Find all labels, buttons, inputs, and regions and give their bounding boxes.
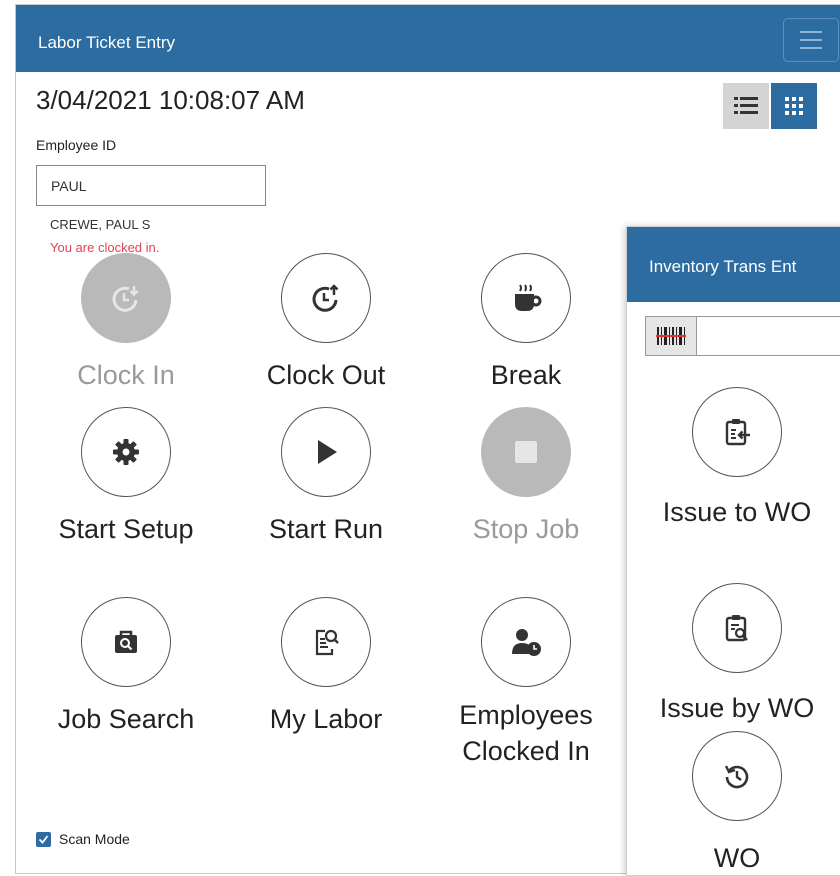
stop-job-button[interactable] <box>481 407 571 497</box>
user-clock-icon <box>512 629 541 656</box>
employee-id-input[interactable] <box>36 165 266 206</box>
grid-view-icon <box>785 97 803 115</box>
wo-action[interactable]: WO <box>637 731 837 874</box>
employee-id-label: Employee ID <box>36 137 117 153</box>
history-icon <box>724 765 749 789</box>
employees-clocked-in-action[interactable]: Employees Clocked In <box>436 597 616 769</box>
job-search-label: Job Search <box>57 704 195 734</box>
clipboard-search-icon <box>725 615 748 642</box>
window-title: Labor Ticket Entry <box>38 33 176 52</box>
grid-view-button[interactable] <box>771 83 817 129</box>
play-icon <box>318 440 337 464</box>
barcode-icon <box>656 327 686 345</box>
my-labor-label: My Labor <box>269 704 383 734</box>
inventory-titlebar: Inventory Trans Ent <box>627 227 840 302</box>
barcode-scan-button[interactable] <box>645 316 697 356</box>
clock-in-icon <box>112 286 139 312</box>
wo-label: WO <box>713 843 761 873</box>
clock-out-icon <box>312 284 339 312</box>
current-datetime: 3/04/2021 10:08:07 AM <box>36 85 305 115</box>
menu-button[interactable] <box>783 18 839 62</box>
labor-titlebar: Labor Ticket Entry <box>16 5 840 72</box>
clock-out-label: Clock Out <box>266 360 386 390</box>
start-run-action[interactable]: Start Run <box>236 407 416 547</box>
job-search-action[interactable]: Job Search <box>36 597 216 737</box>
issue-by-wo-action[interactable]: Issue by WO <box>637 583 837 724</box>
issue-by-wo-button[interactable] <box>692 583 782 673</box>
inventory-window-title: Inventory Trans Ent <box>649 257 797 276</box>
menu-icon <box>800 31 822 33</box>
scan-mode-toggle[interactable]: Scan Mode <box>36 831 130 847</box>
view-toggle <box>723 83 817 129</box>
my-labor-action[interactable]: My Labor <box>236 597 416 737</box>
clipboard-import-icon <box>725 419 750 446</box>
stop-icon <box>515 441 537 463</box>
document-search-icon <box>315 629 339 656</box>
clock-out-button[interactable] <box>281 253 371 343</box>
clock-in-action[interactable]: Clock In <box>36 253 216 393</box>
break-button[interactable] <box>481 253 571 343</box>
clock-out-action[interactable]: Clock Out <box>236 253 416 393</box>
break-action[interactable]: Break <box>436 253 616 393</box>
list-view-button[interactable] <box>723 83 769 129</box>
scan-mode-checkbox[interactable] <box>36 831 51 847</box>
inventory-scan-input[interactable] <box>697 316 840 356</box>
stop-job-label: Stop Job <box>472 514 580 544</box>
gear-icon <box>113 439 139 465</box>
start-setup-label: Start Setup <box>58 514 194 544</box>
inventory-scan-row <box>645 316 840 356</box>
job-search-button[interactable] <box>81 597 171 687</box>
list-view-icon <box>734 97 758 114</box>
my-labor-button[interactable] <box>281 597 371 687</box>
start-setup-button[interactable] <box>81 407 171 497</box>
clock-in-button[interactable] <box>81 253 171 343</box>
employee-name: CREWE, PAUL S <box>50 217 151 232</box>
wo-button[interactable] <box>692 731 782 821</box>
inventory-trans-window: Inventory Trans Ent Issue to WO Issue by… <box>626 226 840 876</box>
employees-clocked-in-button[interactable] <box>481 597 571 687</box>
stop-job-action[interactable]: Stop Job <box>436 407 616 547</box>
briefcase-search-icon <box>115 630 137 653</box>
scan-mode-label: Scan Mode <box>59 831 130 847</box>
issue-to-wo-action[interactable]: Issue to WO <box>637 387 837 528</box>
employees-clocked-in-line1: Employees <box>459 700 593 730</box>
clock-in-label: Clock In <box>77 360 175 390</box>
coffee-icon <box>515 284 542 311</box>
checkbox-checked-icon <box>38 834 49 844</box>
start-run-label: Start Run <box>268 514 384 544</box>
break-label: Break <box>490 360 562 390</box>
issue-to-wo-button[interactable] <box>692 387 782 477</box>
employees-clocked-in-label: Employees Clocked In <box>436 697 616 769</box>
start-setup-action[interactable]: Start Setup <box>36 407 216 547</box>
employees-clocked-in-line2: Clocked In <box>462 736 590 766</box>
issue-by-wo-label: Issue by WO <box>659 693 815 723</box>
start-run-button[interactable] <box>281 407 371 497</box>
issue-to-wo-label: Issue to WO <box>662 497 812 527</box>
